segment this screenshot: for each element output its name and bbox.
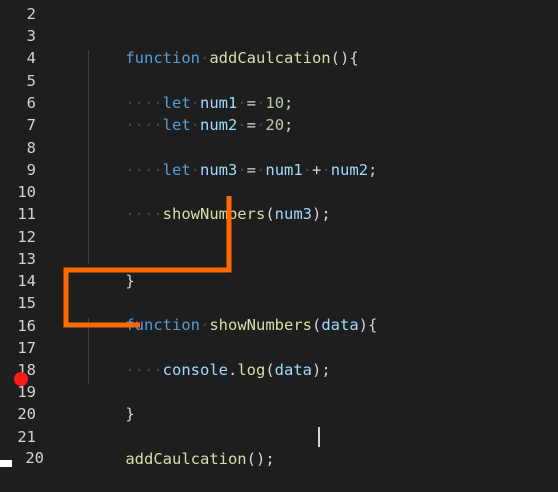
window-edge — [0, 460, 12, 467]
code-editor[interactable]: 2 3 4 5 6 7 8 9 10 11 12 13 14 15 16 17 … — [0, 0, 558, 468]
annotation-arrow — [63, 196, 232, 328]
